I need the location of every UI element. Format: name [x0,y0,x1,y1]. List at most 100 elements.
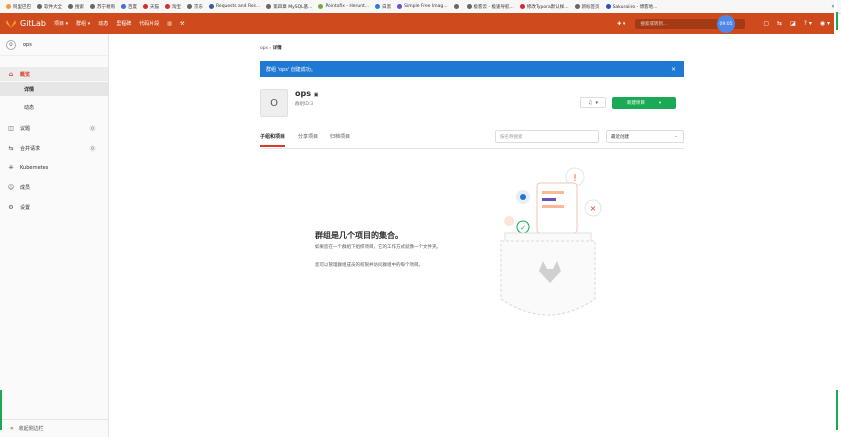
todo-icon[interactable]: ▢ [763,20,769,27]
help-icon[interactable]: ? ▾ [804,20,812,27]
chevron-down-icon: ⌄ [674,134,678,139]
new-project-label: 新建项目 [626,101,645,106]
sidebar-group-name: ops [23,41,32,48]
bookmark-item[interactable]: 搜索 [68,4,84,10]
group-header: O ops ▣ 群组ID:3 ♫ ▾ 新建项目 ▾ [260,87,684,117]
sidebar-group-header[interactable]: O ops [0,34,108,56]
sidebar-item-settings[interactable]: ⚙ 设置 [0,200,108,214]
main-content: ops › 详情 群组 'ops' 创建成功。 × O ops ▣ 群组ID:3… [108,34,834,437]
bookmark-item[interactable]: 京东 [187,4,203,10]
bookmark-item[interactable]: 第四章 MySQL基... [266,4,312,10]
bookmark-favicon-icon [453,4,459,9]
sidebar-item-issues[interactable]: ◫ 议题 0 [0,121,108,135]
sidebar-item-merge-requests[interactable]: ⇆ 合并请求 0 [0,141,108,155]
sort-label: 最近创建 [611,134,629,140]
plus-menu-button[interactable]: ✚ ▾ [617,21,625,27]
new-project-button[interactable]: 新建项目 ▾ [612,97,676,109]
tab-shared-projects[interactable]: 分享项目 [298,133,318,140]
group-tabs: 子组和项目 分享项目 归档项目 按名称搜索 最近创建 ⌄ [260,130,684,149]
close-icon[interactable]: × [671,66,676,73]
sort-dropdown[interactable]: 最近创建 ⌄ [606,130,684,143]
bookmark-item[interactable]: Sakuraiiro - 博客地... [605,4,657,10]
nav-milestones[interactable]: 里程碑 [116,20,131,27]
merge-request-icon[interactable]: ⇆ [777,20,782,27]
bookmark-item[interactable]: 修改Typora默认样... [519,4,569,10]
sidebar-item-members[interactable]: ☺ 成员 [0,180,108,194]
bookmark-favicon-icon [318,4,324,9]
sidebar-item-details[interactable]: 详情 [0,82,108,96]
bookmark-item[interactable]: 新标签页 [574,4,600,10]
group-id: 群组ID:3 [295,102,314,107]
bookmark-favicon-icon [605,4,611,9]
bookmark-label: 淘宝 [172,4,181,10]
notification-button[interactable]: ♫ ▾ [580,97,606,108]
bookmark-item[interactable]: Simple Free Imag... [397,4,448,9]
nav-projects-menu[interactable]: 项目 ▾ [54,20,68,27]
window-edge-marker [836,12,838,30]
sidebar-item-label: 概览 [20,71,31,78]
bookmark-item[interactable]: Pointofix - Herunt... [318,4,369,9]
bookmark-item[interactable]: 苏宁易购 [90,4,115,10]
sidebar-item-label: Kubernetes [20,165,49,171]
issues-icon[interactable]: ◪ [790,20,796,27]
group-avatar: O [260,89,288,117]
brand-name[interactable]: GitLab [20,19,46,28]
bookmark-label: Simple Free Imag... [404,4,448,9]
users-icon: ☺ [7,183,15,191]
empty-state-title: 群组是几个项目的集合。 [315,231,403,240]
bookmark-item[interactable]: 极客云 - 极速导航... [466,4,514,10]
bookmark-item[interactable]: 淘宝 [165,4,181,10]
bookmark-favicon-icon [6,4,11,9]
bookmark-label: 天猫 [150,4,159,10]
bell-icon: ♫ [588,99,593,106]
gear-icon: ⚙ [8,203,14,211]
wrench-icon[interactable]: ⚒ [180,21,184,27]
tab-subgroups-projects[interactable]: 子组和项目 [260,133,286,147]
nav-snippets[interactable]: 代码片段 [139,20,159,27]
svg-text:×: × [590,204,597,213]
collapse-label: 收起侧边栏 [18,426,44,432]
sidebar-item-kubernetes[interactable]: ⎈ Kubernetes [0,161,108,175]
bookmark-label: Pointofix - Herunt... [325,4,370,9]
bookmark-item[interactable]: 百度 [121,4,137,10]
sidebar-item-label: 设置 [20,204,31,211]
home-icon: ⌂ [8,70,14,78]
bookmark-label: 白黑 [382,4,392,10]
gitlab-logo-icon[interactable] [6,19,16,28]
sidebar-item-label: 议题 [20,125,31,132]
merge-request-icon: ⇆ [8,144,14,152]
bookmark-favicon-icon [90,4,95,9]
chart-icon[interactable]: ▥ [167,21,172,27]
bookmark-label: 极客云 - 极速导航... [473,4,514,10]
bookmark-favicon-icon [519,4,525,9]
bookmark-label: 第四章 MySQL基... [273,4,313,10]
bookmark-item[interactable] [453,4,461,9]
collapse-sidebar-button[interactable]: « 收起侧边栏 [0,419,108,437]
top-navbar: GitLab 项目 ▾ 群组 ▾ 动态 里程碑 代码片段 ▥ ⚒ ✚ ▾ 搜索或… [0,13,834,34]
bookmark-label: 苏宁易购 [97,4,115,10]
breadcrumb-separator: › [269,46,272,51]
sidebar-item-activity[interactable]: 动态 [0,100,108,114]
empty-state-illustration: ! × ✓ [500,167,602,316]
flash-notice: 群组 'ops' 创建成功。 × [260,61,684,77]
bookmark-item[interactable]: 软件大全 [37,4,62,10]
bookmark-favicon-icon [375,4,381,9]
svg-text:✓: ✓ [520,224,526,232]
double-chevron-left-icon: « [10,425,14,432]
avatar[interactable]: ◉ ▾ [820,20,830,27]
sidebar-item-label: 合并请求 [20,145,41,152]
filter-search-input[interactable]: 按名称搜索 [495,130,599,143]
nav-activity[interactable]: 动态 [98,20,108,27]
tab-archived-projects[interactable]: 归档项目 [330,133,350,140]
bookmark-favicon-icon [209,4,214,9]
bookmarks-bar: 阿里巴巴 软件大全 搜索 苏宁易购 百度 天猫 淘宝 京东 Requests and Res..… [0,0,841,14]
breadcrumb-group[interactable]: ops [260,46,268,51]
bookmark-item[interactable]: Requests and Res... [209,4,260,9]
sidebar-item-overview[interactable]: ⌂ 概览 [0,67,108,81]
bookmark-item[interactable]: 阿里巴巴 [6,4,31,10]
nav-groups-menu[interactable]: 群组 ▾ [76,20,90,27]
sidebar-item-label: 成员 [20,184,31,191]
bookmark-label: 软件大全 [44,4,62,10]
bookmark-item[interactable]: 白黑 [375,4,391,10]
bookmark-item[interactable]: 天猫 [143,4,159,10]
